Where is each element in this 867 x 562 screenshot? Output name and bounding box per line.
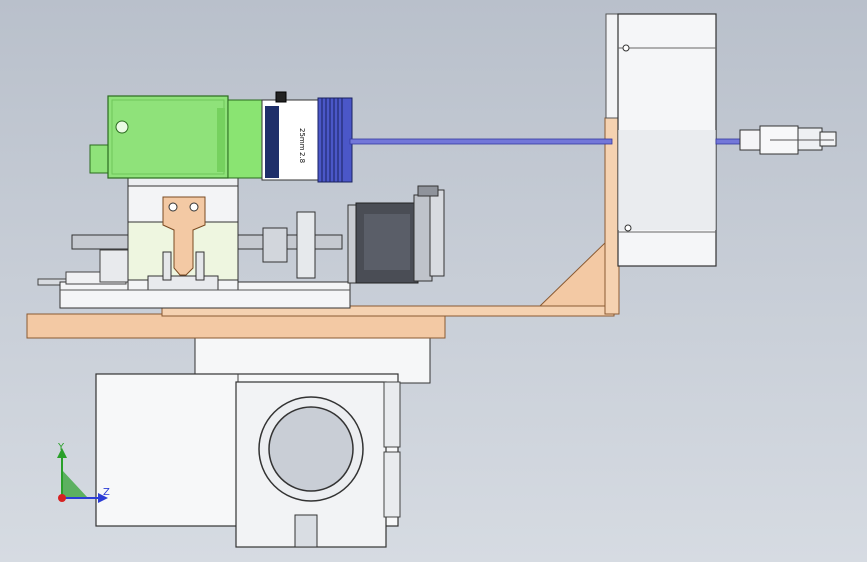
target-housing[interactable] [617, 13, 717, 267]
base-block[interactable] [95, 334, 431, 548]
camera-body[interactable] [89, 95, 265, 179]
screw-icon [115, 120, 129, 134]
lens-aperture-label: 2.8 [298, 152, 306, 163]
cad-viewport[interactable]: 25mm 2.8 Y Z [0, 0, 867, 562]
main-plate[interactable] [26, 305, 615, 339]
screw-icon [624, 224, 632, 232]
lens[interactable]: 25mm 2.8 [261, 91, 353, 183]
z-axis-label: Z [103, 487, 110, 498]
y-axis-label: Y [57, 442, 65, 453]
stepper-motor[interactable] [347, 185, 445, 284]
screw-icon [622, 44, 630, 52]
lens-focal-label: 25mm [298, 128, 306, 151]
connector[interactable] [739, 125, 837, 155]
assembly-drawing: 25mm 2.8 Y Z [26, 13, 837, 548]
l-bracket[interactable] [538, 13, 620, 315]
